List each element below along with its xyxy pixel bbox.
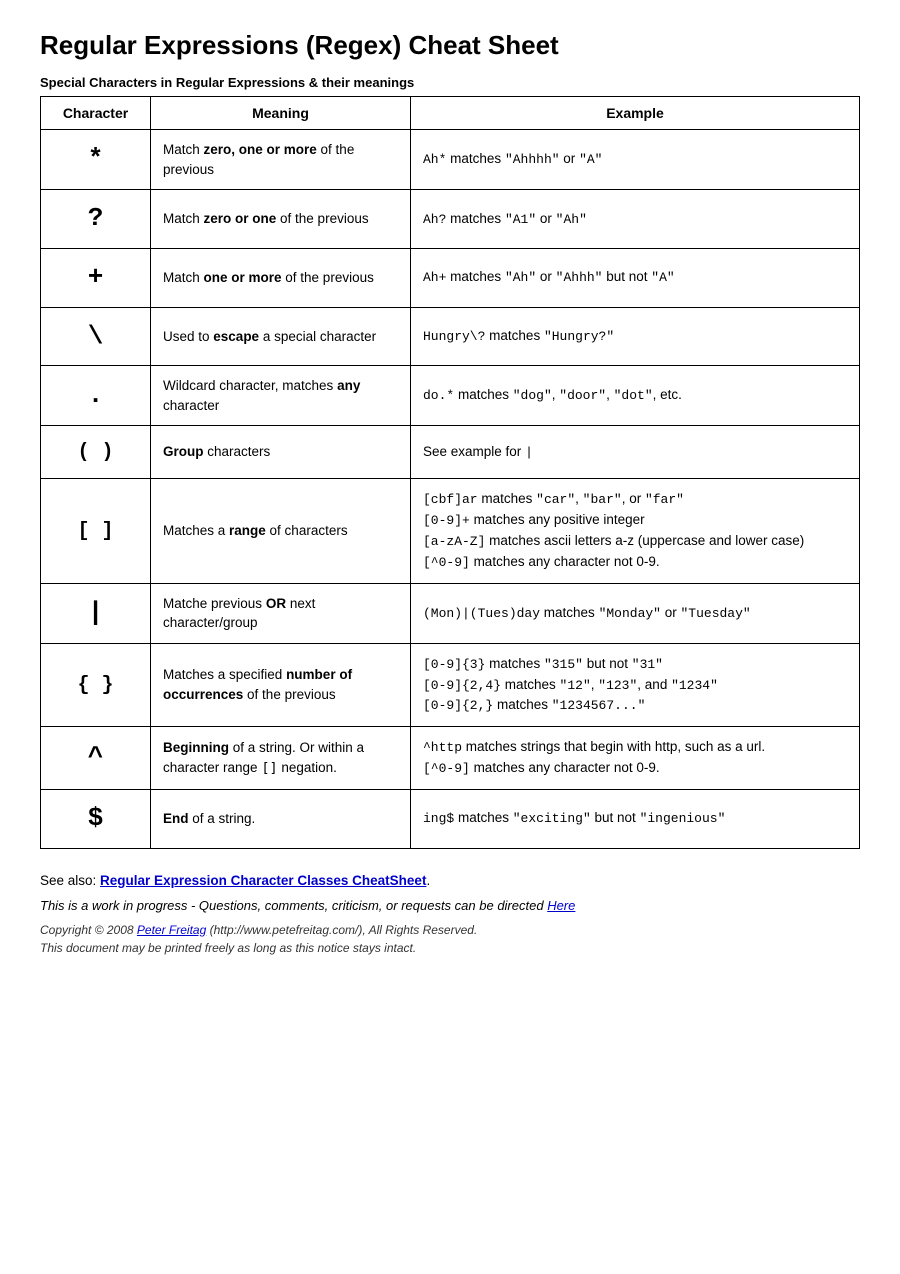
work-progress-text: This is a work in progress - Questions, … [40, 898, 860, 913]
table-row: ?Match zero or one of the previousAh? ma… [41, 190, 860, 249]
example-cell: do.* matches "dog", "door", "dot", etc. [411, 366, 860, 426]
col-header-character: Character [41, 97, 151, 130]
char-cell: \ [41, 307, 151, 366]
table-row: { }Matches a specified number of occurre… [41, 643, 860, 727]
see-also-section: See also: Regular Expression Character C… [40, 873, 860, 888]
meaning-cell: Match zero, one or more of the previous [151, 130, 411, 190]
example-cell: Ah+ matches "Ah" or "Ahhh" but not "A" [411, 248, 860, 307]
char-cell: + [41, 248, 151, 307]
meaning-cell: Match zero or one of the previous [151, 190, 411, 249]
example-cell: ing$ matches "exciting" but not "ingenio… [411, 789, 860, 848]
table-row: .Wildcard character, matches any charact… [41, 366, 860, 426]
example-cell: Hungry\? matches "Hungry?" [411, 307, 860, 366]
table-row: $End of a string.ing$ matches "exciting"… [41, 789, 860, 848]
copyright-line1: Copyright © 2008 Peter Freitag (http://w… [40, 923, 477, 937]
table-row: [ ]Matches a range of characters[cbf]ar … [41, 479, 860, 583]
table-row: \Used to escape a special characterHungr… [41, 307, 860, 366]
subtitle: Special Characters in Regular Expression… [40, 75, 860, 90]
char-cell: $ [41, 789, 151, 848]
meaning-cell: Wildcard character, matches any characte… [151, 366, 411, 426]
table-row: *Match zero, one or more of the previous… [41, 130, 860, 190]
example-cell: (Mon)|(Tues)day matches "Monday" or "Tue… [411, 583, 860, 643]
char-cell: ? [41, 190, 151, 249]
meaning-cell: Match one or more of the previous [151, 248, 411, 307]
copyright-line2: This document may be printed freely as l… [40, 941, 416, 955]
char-cell: * [41, 130, 151, 190]
meaning-cell: Beginning of a string. Or within a chara… [151, 727, 411, 790]
example-cell: [0-9]{3} matches "315" but not "31"[0-9]… [411, 643, 860, 727]
meaning-cell: Used to escape a special character [151, 307, 411, 366]
table-row: ^Beginning of a string. Or within a char… [41, 727, 860, 790]
example-cell: Ah? matches "A1" or "Ah" [411, 190, 860, 249]
char-cell: [ ] [41, 479, 151, 583]
example-cell: See example for | [411, 426, 860, 479]
example-cell: ^http matches strings that begin with ht… [411, 727, 860, 790]
copyright-link[interactable]: Peter Freitag [137, 923, 206, 937]
table-row: |Matche previous OR next character/group… [41, 583, 860, 643]
page-title: Regular Expressions (Regex) Cheat Sheet [40, 30, 860, 61]
work-progress-label: This is a work in progress - Questions, … [40, 898, 547, 913]
table-row: ( )Group charactersSee example for | [41, 426, 860, 479]
example-cell: [cbf]ar matches "car", "bar", or "far"[0… [411, 479, 860, 583]
col-header-example: Example [411, 97, 860, 130]
work-progress-link[interactable]: Here [547, 898, 575, 913]
copyright-section: Copyright © 2008 Peter Freitag (http://w… [40, 921, 860, 957]
meaning-cell: Matches a specified number of occurrence… [151, 643, 411, 727]
table-row: +Match one or more of the previousAh+ ma… [41, 248, 860, 307]
col-header-meaning: Meaning [151, 97, 411, 130]
see-also-link[interactable]: Regular Expression Character Classes Che… [100, 873, 426, 888]
see-also-label: See also: [40, 873, 100, 888]
char-cell: { } [41, 643, 151, 727]
char-cell: ^ [41, 727, 151, 790]
meaning-cell: Matche previous OR next character/group [151, 583, 411, 643]
char-cell: . [41, 366, 151, 426]
meaning-cell: End of a string. [151, 789, 411, 848]
char-cell: | [41, 583, 151, 643]
regex-table: Character Meaning Example *Match zero, o… [40, 96, 860, 849]
meaning-cell: Group characters [151, 426, 411, 479]
meaning-cell: Matches a range of characters [151, 479, 411, 583]
char-cell: ( ) [41, 426, 151, 479]
example-cell: Ah* matches "Ahhhh" or "A" [411, 130, 860, 190]
